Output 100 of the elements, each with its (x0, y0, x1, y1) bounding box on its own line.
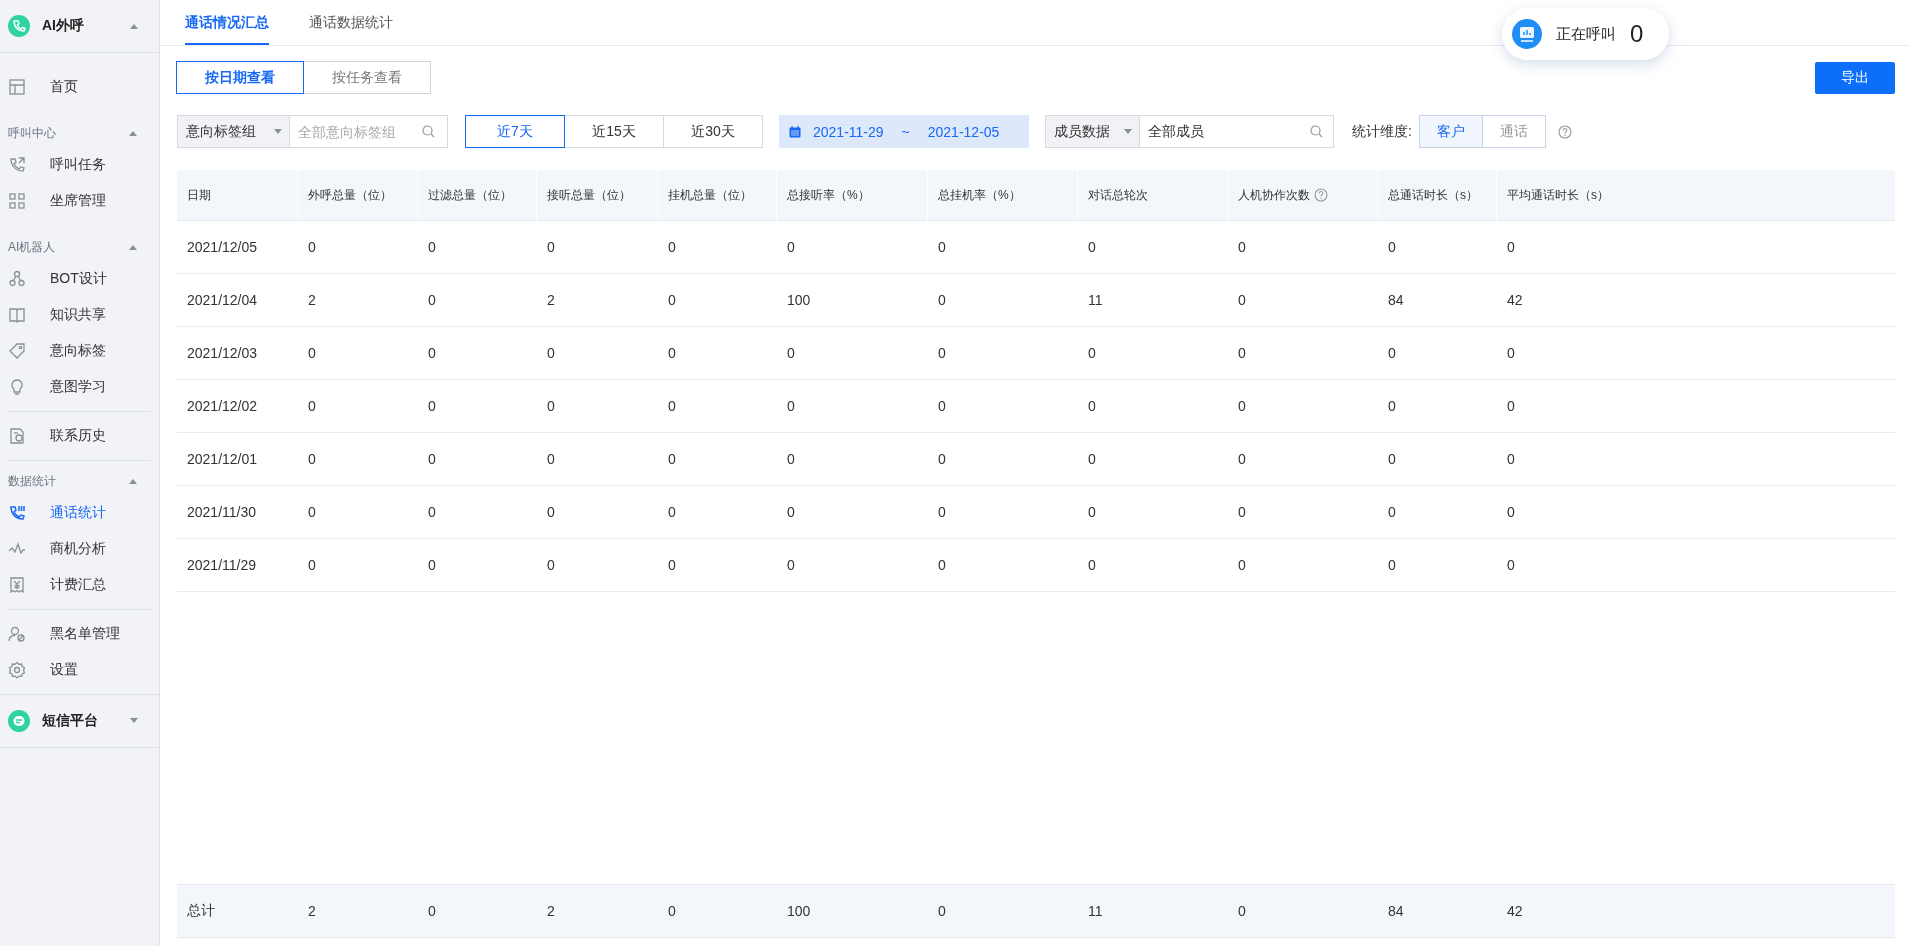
range-button[interactable]: 近30天 (663, 115, 763, 148)
nodes-icon (8, 270, 26, 288)
table-cell-text: 0 (546, 504, 556, 520)
table-cell-text: 100 (786, 292, 812, 308)
tab[interactable]: 通话数据统计 (309, 14, 393, 45)
brand-title: 短信平台 (42, 712, 99, 730)
table-cell-text: 0 (546, 239, 556, 255)
grid-icon (8, 192, 26, 210)
table-cell-text: 0 (1237, 557, 1247, 573)
table-cell-text: 0 (1506, 451, 1516, 467)
table-cell-text: 0 (427, 557, 437, 573)
view-toggle[interactable]: 按日期查看 (176, 61, 304, 94)
table-cell-text: 0 (1506, 239, 1516, 255)
sidebar-item[interactable]: 设置 (50, 661, 78, 679)
sidebar-item[interactable]: BOT设计 (50, 270, 107, 288)
table-cell-text: 0 (1087, 239, 1097, 255)
sidebar-item[interactable]: 计费汇总 (50, 576, 106, 594)
date-separator: ~ (901, 123, 910, 140)
table-cell-text: 0 (307, 239, 317, 255)
table-cell-text: 0 (1237, 398, 1247, 414)
sidebar-item[interactable]: 知识共享 (50, 306, 106, 324)
table-cell-text: 0 (546, 451, 556, 467)
column-header: 接听总量（位） (547, 186, 631, 204)
member-filter[interactable]: 成员数据 全部成员 (1045, 115, 1334, 148)
search-field[interactable]: 全部意向标签组 (298, 123, 422, 140)
book-icon (8, 306, 26, 324)
table-cell-text: 0 (427, 504, 437, 520)
table-cell-text: 0 (786, 504, 796, 520)
document-icon (8, 427, 26, 445)
sidebar-item[interactable]: 意向标签 (50, 342, 106, 360)
type-dropdown[interactable]: 成员数据 (1046, 116, 1140, 147)
table-cell-text: 0 (667, 504, 677, 520)
table-cell-text: 2021/12/02 (186, 398, 259, 414)
table-cell-text: 2 (307, 292, 317, 308)
tab[interactable]: 通话情况汇总 (185, 14, 269, 45)
sidebar-item[interactable]: 首页 (50, 78, 78, 96)
phone-icon (8, 156, 26, 174)
table-cell-text: 0 (937, 239, 947, 255)
table-cell-text: 总计 (186, 902, 216, 920)
column-header: 外呼总量（位） (308, 186, 392, 204)
column-header: 总通话时长（s） (1388, 186, 1478, 204)
table-cell-text: 2021/11/30 (186, 504, 258, 520)
date-range-field[interactable]: 2021-11-29 ~ 2021-12-05 (779, 115, 1029, 148)
table-cell-text: 0 (1087, 504, 1097, 520)
sidebar-item[interactable]: 坐席管理 (50, 192, 106, 210)
table-cell-text: 0 (546, 398, 556, 414)
table-cell-text: 0 (1387, 504, 1397, 520)
column-header: 人机协作次数 (1238, 186, 1310, 204)
range-button[interactable]: 近7天 (465, 115, 565, 148)
table-cell-text: 2021/11/29 (186, 557, 258, 573)
calendar-icon (789, 125, 801, 138)
section-heading: AI机器人 (8, 238, 56, 256)
table-cell-text: 42 (1506, 903, 1524, 919)
caret-icon[interactable] (129, 23, 139, 29)
caret-icon[interactable] (129, 718, 139, 724)
view-toggle[interactable]: 按任务查看 (303, 61, 431, 94)
table-cell-text: 0 (937, 903, 947, 919)
sidebar-item[interactable]: 黑名单管理 (50, 625, 120, 643)
table-cell-text: 2 (546, 903, 556, 919)
table-cell-text: 0 (1387, 345, 1397, 361)
table-cell-text: 0 (667, 398, 677, 414)
help-icon[interactable] (1314, 188, 1328, 202)
table-cell-text: 0 (1237, 239, 1247, 255)
table-cell-text: 11 (1087, 292, 1104, 308)
table-cell-text: 0 (667, 345, 677, 361)
sidebar-item[interactable]: 商机分析 (50, 540, 106, 558)
table-cell-text: 0 (667, 239, 677, 255)
caret-icon[interactable] (128, 244, 138, 250)
caret-icon (1123, 128, 1133, 135)
table-cell-text: 0 (1237, 292, 1247, 308)
dimension-toggle[interactable]: 客户 (1418, 115, 1483, 148)
sidebar-item[interactable]: 通话统计 (50, 504, 106, 522)
caret-icon[interactable] (128, 130, 138, 136)
brand-title: AI外呼 (42, 17, 85, 35)
table-cell-text: 0 (1087, 557, 1097, 573)
section-heading: 数据统计 (8, 472, 56, 490)
table-cell-text: 0 (1506, 557, 1516, 573)
table-cell-text: 2021/12/04 (186, 292, 259, 308)
table-cell-text: 0 (307, 451, 317, 467)
type-dropdown[interactable]: 意向标签组 (178, 116, 290, 147)
table-cell-text: 2 (307, 903, 317, 919)
table-cell-text: 0 (1087, 345, 1097, 361)
search-icon (422, 125, 435, 138)
caret-icon[interactable] (128, 478, 138, 484)
range-button[interactable]: 近15天 (564, 115, 664, 148)
table-cell-text: 0 (937, 292, 947, 308)
member-field[interactable]: 全部成员 (1148, 123, 1310, 140)
help-icon[interactable] (1557, 124, 1572, 139)
sidebar-item[interactable]: 意图学习 (50, 378, 106, 396)
table-cell-text: 0 (786, 345, 796, 361)
table-cell-text: 0 (1237, 504, 1247, 520)
table-cell-text: 84 (1387, 903, 1405, 919)
table-cell-text: 0 (427, 292, 437, 308)
table-cell-text: 0 (937, 451, 947, 467)
table-cell-text: 42 (1506, 292, 1524, 308)
table-cell-text: 0 (786, 451, 796, 467)
sidebar-item[interactable]: 呼叫任务 (50, 156, 106, 174)
phone-icon (8, 504, 26, 522)
export-button[interactable]: 导出 (1815, 61, 1895, 94)
sidebar-item[interactable]: 联系历史 (50, 427, 106, 445)
